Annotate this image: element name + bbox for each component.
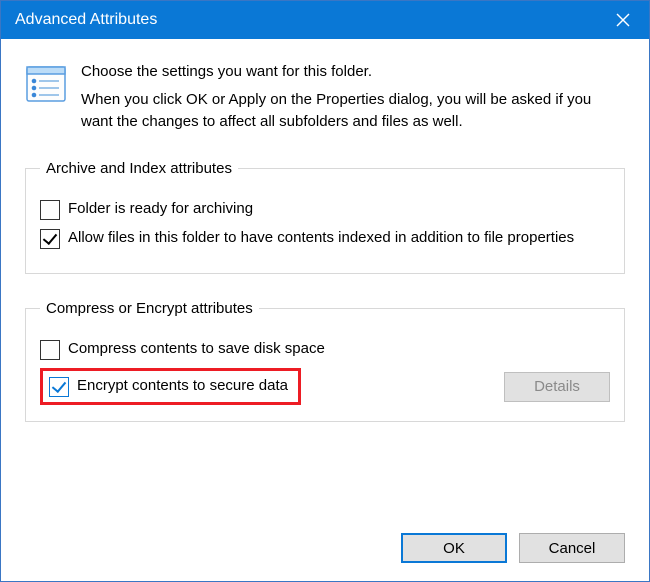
compress-checkbox[interactable] [40, 340, 60, 360]
archive-label[interactable]: Folder is ready for archiving [68, 199, 610, 219]
settings-list-icon [25, 63, 67, 105]
compress-encrypt-group: Compress or Encrypt attributes Compress … [25, 300, 625, 422]
compress-label[interactable]: Compress contents to save disk space [68, 339, 610, 359]
cancel-button[interactable]: Cancel [519, 533, 625, 563]
archive-checkbox[interactable] [40, 200, 60, 220]
index-checkbox[interactable] [40, 229, 60, 249]
intro-text: Choose the settings you want for this fo… [81, 61, 625, 132]
archive-index-group: Archive and Index attributes Folder is r… [25, 160, 625, 274]
archive-row: Folder is ready for archiving [40, 199, 610, 220]
index-row: Allow files in this folder to have conte… [40, 228, 610, 249]
dialog-title: Advanced Attributes [15, 11, 597, 29]
encrypt-label[interactable]: Encrypt contents to secure data [77, 376, 288, 396]
advanced-attributes-dialog: Advanced Attributes Choose the settings … [0, 0, 650, 582]
compress-encrypt-legend: Compress or Encrypt attributes [40, 300, 259, 317]
dialog-content: Choose the settings you want for this fo… [1, 39, 649, 581]
compress-row: Compress contents to save disk space [40, 339, 610, 360]
details-button: Details [504, 372, 610, 402]
close-button[interactable] [597, 1, 649, 39]
ok-button[interactable]: OK [401, 533, 507, 563]
archive-index-legend: Archive and Index attributes [40, 160, 238, 177]
index-label[interactable]: Allow files in this folder to have conte… [68, 228, 610, 248]
encrypt-checkbox[interactable] [49, 377, 69, 397]
titlebar: Advanced Attributes [1, 1, 649, 39]
intro-line2: When you click OK or Apply on the Proper… [81, 89, 625, 133]
close-icon [616, 13, 630, 27]
encrypt-row-container: Encrypt contents to secure data Details [40, 368, 610, 405]
intro-line1: Choose the settings you want for this fo… [81, 61, 625, 83]
intro-row: Choose the settings you want for this fo… [25, 61, 625, 132]
encrypt-highlight: Encrypt contents to secure data [40, 368, 301, 405]
dialog-footer: OK Cancel [25, 527, 625, 563]
encrypt-row: Encrypt contents to secure data [49, 376, 288, 397]
